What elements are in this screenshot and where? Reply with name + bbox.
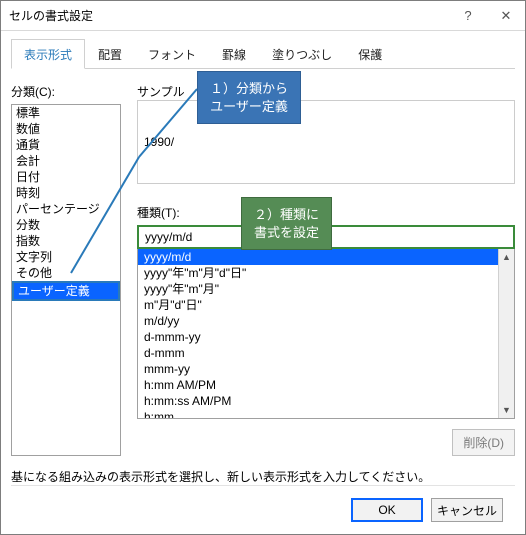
- dd-item[interactable]: m/d/yy: [138, 313, 514, 329]
- dd-item[interactable]: h:mm: [138, 409, 514, 418]
- titlebar: セルの書式設定 ? ✕: [1, 1, 525, 31]
- sample-box: 1990/: [137, 100, 515, 184]
- list-item[interactable]: 数値: [12, 121, 120, 137]
- dd-item[interactable]: m"月"d"日": [138, 297, 514, 313]
- sample-label: サンプル: [137, 83, 197, 100]
- dd-item[interactable]: yyyy"年"m"月": [138, 281, 514, 297]
- client-area: 表示形式 配置 フォント 罫線 塗りつぶし 保護 分類(C): 標準 数値 通貨…: [1, 31, 525, 534]
- tab-protection[interactable]: 保護: [345, 39, 395, 69]
- dd-item[interactable]: d-mmm: [138, 345, 514, 361]
- tabs: 表示形式 配置 フォント 罫線 塗りつぶし 保護: [11, 39, 515, 69]
- tab-fill[interactable]: 塗りつぶし: [259, 39, 345, 69]
- category-label: 分類(C):: [11, 83, 121, 100]
- cancel-button[interactable]: キャンセル: [431, 498, 503, 522]
- list-item[interactable]: その他: [12, 265, 120, 281]
- sample-row: サンプル: [137, 83, 515, 100]
- tab-number-format[interactable]: 表示形式: [11, 39, 85, 69]
- scroll-down-icon[interactable]: ▼: [499, 402, 514, 418]
- ok-button[interactable]: OK: [351, 498, 423, 522]
- scrollbar[interactable]: ▲ ▼: [498, 249, 514, 418]
- list-item-user-defined[interactable]: ユーザー定義: [12, 281, 120, 301]
- close-icon[interactable]: ✕: [487, 1, 525, 30]
- list-item[interactable]: 標準: [12, 105, 120, 121]
- list-item[interactable]: 文字列: [12, 249, 120, 265]
- format-cells-dialog: セルの書式設定 ? ✕ 表示形式 配置 フォント 罫線 塗りつぶし 保護 分類(…: [0, 0, 526, 535]
- help-icon[interactable]: ?: [449, 1, 487, 30]
- list-item[interactable]: 通貨: [12, 137, 120, 153]
- scroll-up-icon[interactable]: ▲: [499, 249, 514, 265]
- tab-alignment[interactable]: 配置: [85, 39, 135, 69]
- tab-font[interactable]: フォント: [135, 39, 209, 69]
- dd-item[interactable]: h:mm AM/PM: [138, 377, 514, 393]
- type-label: 種類(T):: [137, 204, 515, 221]
- dd-item[interactable]: mmm-yy: [138, 361, 514, 377]
- list-item[interactable]: 日付: [12, 169, 120, 185]
- category-listbox[interactable]: 標準 数値 通貨 会計 日付 時刻 パーセンテージ 分数 指数 文字列 その他 …: [11, 104, 121, 456]
- delete-button[interactable]: 削除(D): [452, 429, 515, 456]
- window-controls: ? ✕: [449, 1, 525, 30]
- list-item[interactable]: 時刻: [12, 185, 120, 201]
- helper-text: 基になる組み込みの表示形式を選択し、新しい表示形式を入力してください。: [11, 468, 515, 485]
- sample-value: 1990/: [144, 135, 174, 149]
- details-column: サンプル 1990/ 種類(T): yyyy/m/d yyyy"年"m"月"d"…: [137, 83, 515, 456]
- tab-border[interactable]: 罫線: [209, 39, 259, 69]
- list-item[interactable]: パーセンテージ: [12, 201, 120, 217]
- delete-row: 削除(D): [137, 429, 515, 456]
- dialog-footer: OK キャンセル: [11, 485, 515, 534]
- dd-item[interactable]: h:mm:ss AM/PM: [138, 393, 514, 409]
- tab-panel: 分類(C): 標準 数値 通貨 会計 日付 時刻 パーセンテージ 分数 指数 文…: [11, 69, 515, 456]
- window-title: セルの書式設定: [9, 7, 93, 24]
- type-input[interactable]: [137, 225, 515, 249]
- category-column: 分類(C): 標準 数値 通貨 会計 日付 時刻 パーセンテージ 分数 指数 文…: [11, 83, 121, 456]
- dd-item[interactable]: yyyy"年"m"月"d"日": [138, 265, 514, 281]
- dd-item[interactable]: d-mmm-yy: [138, 329, 514, 345]
- list-item[interactable]: 会計: [12, 153, 120, 169]
- dd-item[interactable]: yyyy/m/d: [138, 249, 514, 265]
- list-item[interactable]: 分数: [12, 217, 120, 233]
- type-options-list[interactable]: yyyy/m/d yyyy"年"m"月"d"日" yyyy"年"m"月" m"月…: [137, 249, 515, 419]
- list-item[interactable]: 指数: [12, 233, 120, 249]
